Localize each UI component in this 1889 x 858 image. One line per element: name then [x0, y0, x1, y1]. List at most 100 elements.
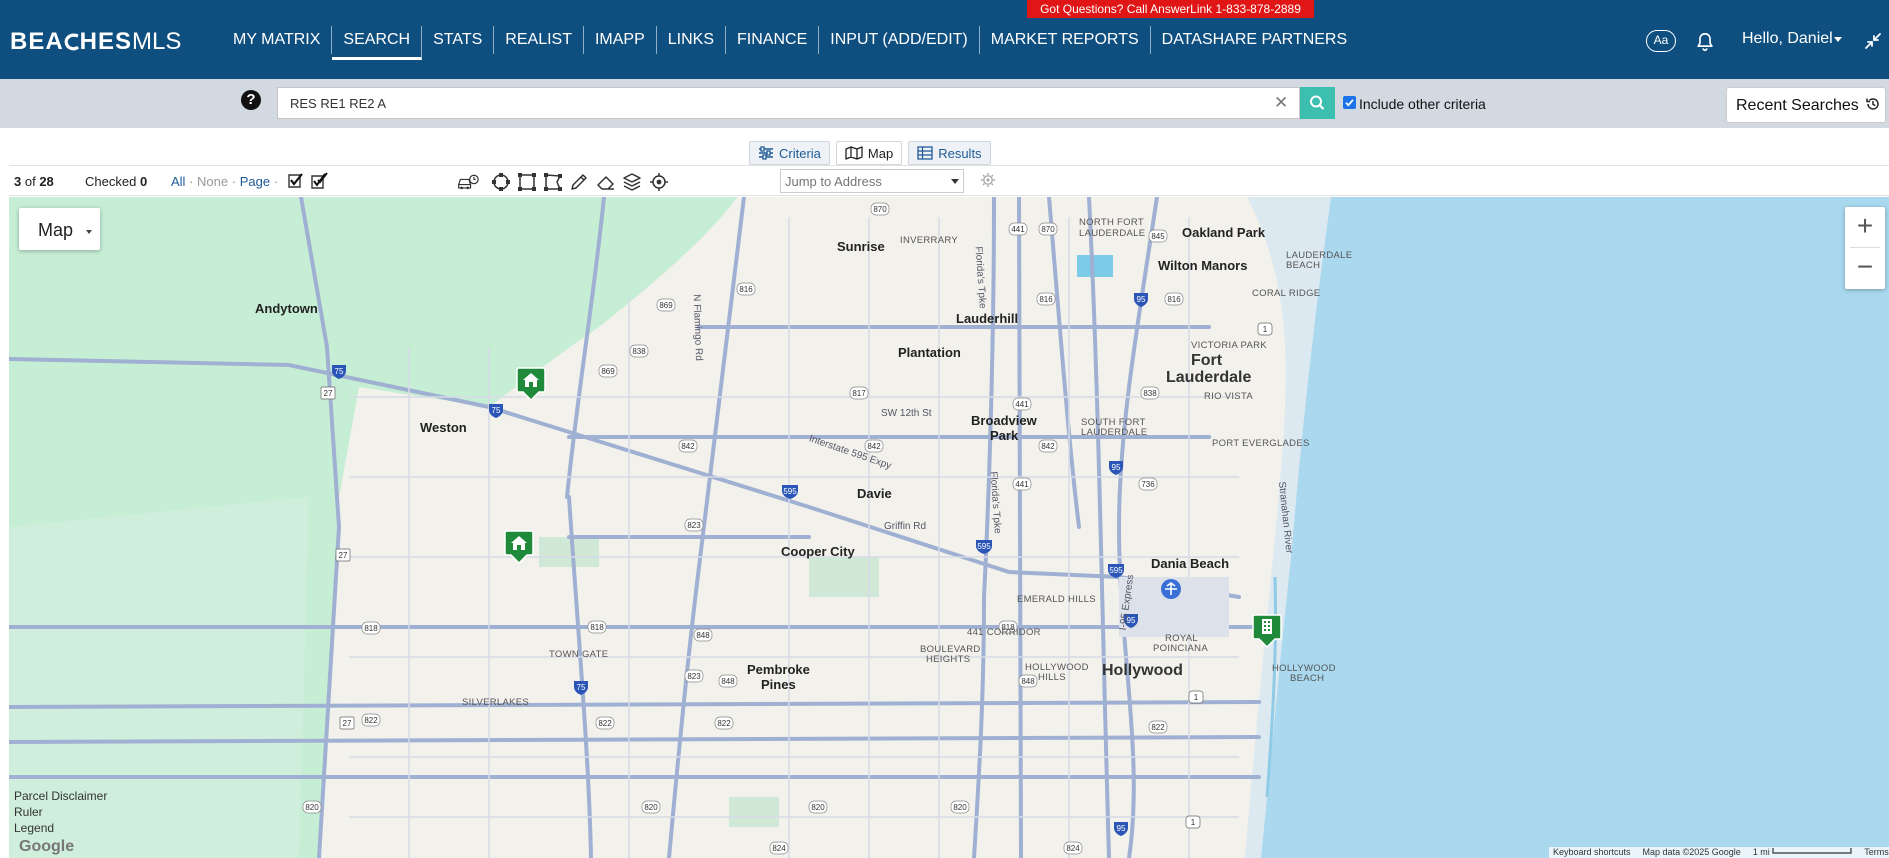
svg-text:824: 824 — [1066, 844, 1080, 853]
svg-text:842: 842 — [681, 442, 695, 451]
svg-text:820: 820 — [305, 803, 319, 812]
svg-text:822: 822 — [598, 719, 612, 728]
nav-input-add-edit[interactable]: INPUT (ADD/EDIT) — [819, 26, 980, 54]
include-other-criteria-label[interactable]: Include other criteria — [1359, 96, 1486, 112]
place-cooper-city: Cooper City — [781, 544, 855, 559]
svg-text:820: 820 — [953, 803, 967, 812]
brand-logo[interactable]: BEA HESMLS — [10, 28, 181, 56]
place-hills: HILLS — [1038, 672, 1066, 683]
place-north-fort: NORTH FORT — [1079, 217, 1144, 228]
tab-criteria-label: Criteria — [779, 146, 821, 161]
svg-text:823: 823 — [687, 672, 701, 681]
svg-text:842: 842 — [867, 442, 881, 451]
place-inverrary: INVERRARY — [900, 235, 958, 246]
select-none-link[interactable]: None — [197, 174, 228, 189]
jump-dropdown-caret-icon[interactable] — [951, 179, 959, 184]
check-icon — [1345, 99, 1354, 107]
zoom-control: + − — [1845, 207, 1885, 289]
place-dania-beach: Dania Beach — [1151, 556, 1230, 571]
svg-text:818: 818 — [590, 623, 604, 632]
tab-results[interactable]: Results — [908, 141, 991, 165]
place-andytown: Andytown — [255, 301, 318, 316]
legend-link[interactable]: Legend — [14, 820, 107, 836]
check-all-icon[interactable] — [309, 171, 329, 191]
rectangle-icon[interactable] — [516, 171, 538, 193]
nav-imapp[interactable]: IMAPP — [584, 26, 657, 54]
nav-links[interactable]: LINKS — [657, 26, 727, 54]
zoom-out-button[interactable]: − — [1845, 248, 1885, 288]
jump-to-address-input[interactable] — [781, 170, 941, 192]
collapse-icon[interactable] — [1864, 32, 1882, 50]
font-size-toggle[interactable]: Aa — [1646, 30, 1676, 52]
layers-icon[interactable] — [621, 171, 643, 193]
nav-stats[interactable]: STATS — [422, 26, 495, 54]
place-north-fort-lauderdale: LAUDERDALE — [1079, 228, 1146, 239]
svg-text:869: 869 — [601, 367, 615, 376]
road-n-flamingo: N Flamingo Rd — [690, 293, 705, 362]
map-basemap: 870 441 870 845 816 816 816 869 838 869 817 441 … — [9, 197, 1889, 858]
freehand-pencil-icon[interactable] — [568, 171, 590, 193]
locate-me-icon[interactable] — [648, 171, 670, 193]
check-selected-icon[interactable] — [285, 171, 305, 191]
zoom-in-button[interactable]: + — [1845, 207, 1885, 247]
listing-house-marker[interactable] — [504, 530, 534, 564]
eraser-icon[interactable] — [595, 171, 617, 193]
tab-map-label: Map — [867, 146, 894, 161]
map-type-dropdown[interactable]: Map — [19, 208, 100, 250]
listing-condo-marker[interactable] — [1252, 614, 1282, 648]
terms-link[interactable]: Terms — [1864, 847, 1889, 858]
nav-market-reports[interactable]: MARKET REPORTS — [980, 26, 1151, 54]
svg-text:824: 824 — [772, 844, 786, 853]
scale-label: 1 mi — [1753, 847, 1853, 858]
checked-counter: Checked 0 — [85, 174, 148, 189]
svg-text:818: 818 — [364, 624, 378, 633]
help-icon[interactable]: ? — [241, 90, 261, 110]
radius-icon[interactable] — [490, 171, 512, 193]
search-input[interactable] — [277, 87, 1300, 119]
svg-text:870: 870 — [1041, 225, 1055, 234]
place-coral-ridge: CORAL RIDGE — [1252, 288, 1321, 299]
nav-datashare-partners[interactable]: DATASHARE PARTNERS — [1151, 26, 1359, 54]
tab-map[interactable]: Map — [835, 141, 903, 165]
svg-text:595: 595 — [977, 542, 991, 551]
select-page-link[interactable]: Page — [240, 174, 270, 189]
clear-search-icon[interactable]: ✕ — [1274, 93, 1288, 113]
svg-text:1: 1 — [1191, 818, 1196, 827]
place-fort: Fort — [1191, 352, 1223, 369]
map-canvas[interactable]: 870 441 870 845 816 816 816 869 838 869 817 441 … — [9, 197, 1889, 858]
answerlink-banner[interactable]: Got Questions? Call AnswerLink 1-833-878… — [1027, 0, 1314, 18]
search-button[interactable] — [1300, 87, 1335, 119]
listing-house-marker[interactable] — [516, 367, 546, 401]
nav-finance[interactable]: FINANCE — [726, 26, 820, 54]
table-icon — [917, 146, 933, 160]
map-attribution: Keyboard shortcuts Map data ©2025 Google… — [1549, 847, 1889, 858]
svg-text:816: 816 — [1039, 295, 1053, 304]
nav-realist[interactable]: REALIST — [494, 26, 584, 54]
place-poinciana: POINCIANA — [1153, 643, 1208, 654]
keyboard-shortcuts-link[interactable]: Keyboard shortcuts — [1553, 847, 1631, 858]
svg-text:27: 27 — [324, 389, 333, 398]
user-greeting[interactable]: Hello, Daniel — [1742, 30, 1833, 48]
wave-icon — [64, 33, 79, 51]
svg-text:820: 820 — [811, 803, 825, 812]
bell-icon[interactable] — [1694, 30, 1716, 54]
svg-text:95: 95 — [1137, 295, 1146, 304]
drive-time-icon[interactable] — [457, 171, 479, 193]
svg-text:838: 838 — [632, 347, 646, 356]
place-441-corridor: 441 CORRIDOR — [967, 627, 1041, 638]
jump-to-address[interactable] — [780, 169, 964, 193]
select-all-link[interactable]: All — [171, 174, 185, 189]
polygon-icon[interactable] — [542, 171, 564, 193]
nav-my-matrix[interactable]: MY MATRIX — [222, 26, 333, 54]
parcel-disclaimer-link[interactable]: Parcel Disclaimer — [14, 788, 107, 804]
user-menu-caret-icon[interactable] — [1834, 37, 1842, 42]
gear-icon[interactable] — [980, 172, 996, 188]
nav-search[interactable]: SEARCH — [332, 26, 423, 60]
ruler-link[interactable]: Ruler — [14, 804, 107, 820]
place-sunrise: Sunrise — [837, 239, 885, 254]
svg-text:848: 848 — [721, 677, 735, 686]
include-other-criteria-checkbox[interactable] — [1343, 96, 1356, 109]
recent-searches-button[interactable]: Recent Searches — [1726, 87, 1886, 123]
tab-criteria[interactable]: Criteria — [749, 141, 830, 165]
place-weston: Weston — [420, 420, 467, 435]
